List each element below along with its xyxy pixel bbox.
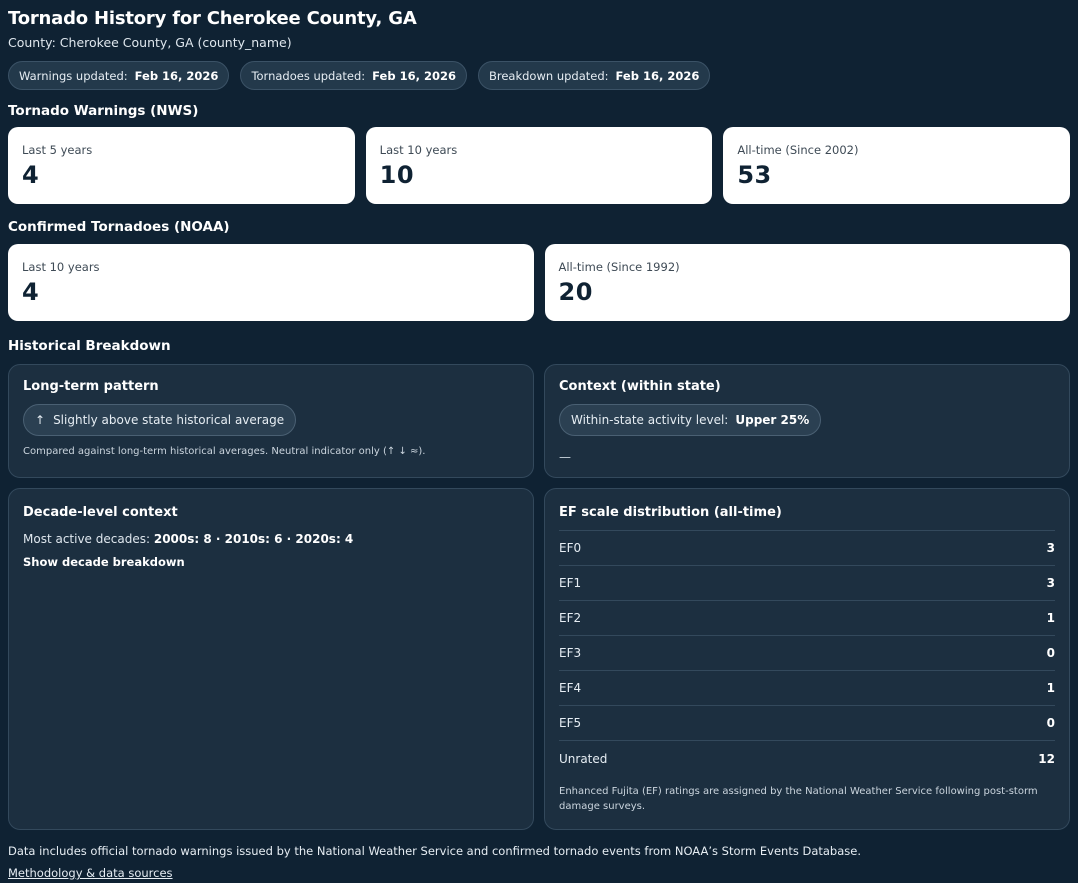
trend-indicator: ↑ Slightly above state historical averag… bbox=[23, 404, 297, 436]
breakdown-updated-badge: Breakdown updated: Feb 16, 2026 bbox=[477, 61, 711, 90]
list-item: EF2 1 bbox=[559, 601, 1055, 636]
tornadoes-updated-badge: Tornadoes updated: Feb 16, 2026 bbox=[240, 61, 467, 90]
stat-value: 53 bbox=[737, 161, 772, 189]
decade-context-panel: Decade-level context Most active decades… bbox=[8, 488, 534, 830]
panel-title: EF scale distribution (all-time) bbox=[559, 505, 782, 520]
list-item: EF4 1 bbox=[559, 671, 1055, 706]
ef-label: Unrated bbox=[559, 751, 608, 766]
long-term-pattern-panel: Long-term pattern ↑ Slightly above state… bbox=[8, 364, 534, 478]
ef-count: 12 bbox=[1038, 751, 1055, 766]
warnings-all-time-card: All-time (Since 2002) 53 bbox=[723, 127, 1071, 204]
badge-label: Warnings updated: bbox=[19, 68, 128, 83]
stat-value: 20 bbox=[558, 278, 593, 306]
tornadoes-last-10-card: Last 10 years 4 bbox=[8, 244, 534, 321]
badge-label: Tornadoes updated: bbox=[251, 68, 366, 83]
indicator-text: Slightly above state historical average bbox=[53, 413, 285, 427]
stat-label: Last 10 years bbox=[22, 260, 100, 274]
tornadoes-cards: Last 10 years 4 All-time (Since 1992) 20 bbox=[8, 244, 1070, 321]
list-item: EF3 0 bbox=[559, 636, 1055, 671]
ef-count: 0 bbox=[1046, 716, 1055, 730]
context-placeholder: — bbox=[559, 450, 571, 464]
badge-date: Feb 16, 2026 bbox=[134, 68, 219, 83]
panel-title: Long-term pattern bbox=[23, 379, 159, 394]
list-item: EF0 3 bbox=[559, 531, 1055, 566]
decades-values: 2000s: 8 · 2010s: 6 · 2020s: 4 bbox=[153, 532, 354, 546]
badge-date: Feb 16, 2026 bbox=[372, 68, 456, 83]
warnings-last-5-card: Last 5 years 4 bbox=[8, 127, 355, 204]
panel-title: Context (within state) bbox=[559, 379, 721, 394]
ef-label: EF1 bbox=[559, 576, 582, 590]
list-item: EF5 0 bbox=[559, 706, 1055, 741]
ef-label: EF2 bbox=[559, 611, 582, 625]
stat-value: 10 bbox=[379, 161, 415, 189]
decades-prefix: Most active decades: bbox=[23, 532, 151, 546]
ef-count: 3 bbox=[1046, 576, 1055, 590]
tornadoes-heading: Confirmed Tornadoes (NOAA) bbox=[8, 219, 230, 235]
stat-value: 4 bbox=[22, 278, 40, 306]
warnings-heading: Tornado Warnings (NWS) bbox=[8, 103, 199, 119]
page-title: Tornado History for Cherokee County, GA bbox=[8, 8, 417, 29]
tornadoes-all-time-card: All-time (Since 1992) 20 bbox=[544, 244, 1070, 321]
stat-label: All-time (Since 2002) bbox=[737, 143, 859, 157]
show-decade-breakdown-toggle[interactable]: Show decade breakdown bbox=[23, 555, 185, 569]
state-context-panel: Context (within state) Within-state acti… bbox=[544, 364, 1070, 478]
badge-label: Breakdown updated: bbox=[488, 68, 609, 83]
warnings-cards: Last 5 years 4 Last 10 years 10 All-time… bbox=[8, 127, 1071, 204]
panel-note: Compared against long-term historical av… bbox=[23, 446, 426, 457]
badge-label: Within-state activity level: bbox=[571, 413, 729, 427]
stat-label: Last 5 years bbox=[22, 143, 93, 157]
most-active-decades: Most active decades: 2000s: 8 · 2010s: 6… bbox=[23, 532, 519, 546]
activity-level-badge: Within-state activity level: Upper 25% bbox=[559, 404, 822, 436]
methodology-link[interactable]: Methodology & data sources bbox=[8, 866, 173, 880]
warnings-last-10-card: Last 10 years 10 bbox=[365, 127, 713, 204]
page-subtitle: County: Cherokee County, GA (county_name… bbox=[8, 35, 292, 50]
stat-value: 4 bbox=[22, 161, 40, 189]
data-source-note: Data includes official tornado warnings … bbox=[8, 844, 861, 858]
warnings-updated-badge: Warnings updated: Feb 16, 2026 bbox=[8, 61, 230, 90]
ef-count: 0 bbox=[1046, 646, 1055, 660]
list-item: EF1 3 bbox=[559, 566, 1055, 601]
ef-count: 3 bbox=[1046, 541, 1055, 555]
ef-count: 1 bbox=[1046, 611, 1055, 625]
panel-title: Decade-level context bbox=[23, 505, 178, 520]
ef-note: Enhanced Fujita (EF) ratings are assigne… bbox=[559, 786, 1038, 812]
badge-value: Upper 25% bbox=[735, 413, 810, 427]
ef-label: EF5 bbox=[559, 716, 582, 730]
ef-count: 1 bbox=[1046, 681, 1055, 695]
stat-label: All-time (Since 1992) bbox=[558, 260, 680, 274]
breakdown-heading: Historical Breakdown bbox=[8, 338, 171, 354]
ef-label: EF3 bbox=[559, 646, 582, 660]
badge-date: Feb 16, 2026 bbox=[615, 68, 700, 83]
ef-label: EF0 bbox=[559, 541, 582, 555]
update-badges: Warnings updated: Feb 16, 2026 Tornadoes… bbox=[8, 61, 711, 90]
arrow-up-icon: ↑ bbox=[35, 413, 46, 427]
ef-label: EF4 bbox=[559, 681, 582, 695]
ef-scale-panel: EF scale distribution (all-time) EF0 3 E… bbox=[544, 488, 1070, 830]
stat-label: Last 10 years bbox=[379, 143, 458, 157]
ef-scale-list: EF0 3 EF1 3 EF2 1 EF3 0 EF4 1 EF5 0 Unra… bbox=[559, 530, 1055, 776]
list-item: Unrated 12 bbox=[559, 741, 1055, 776]
